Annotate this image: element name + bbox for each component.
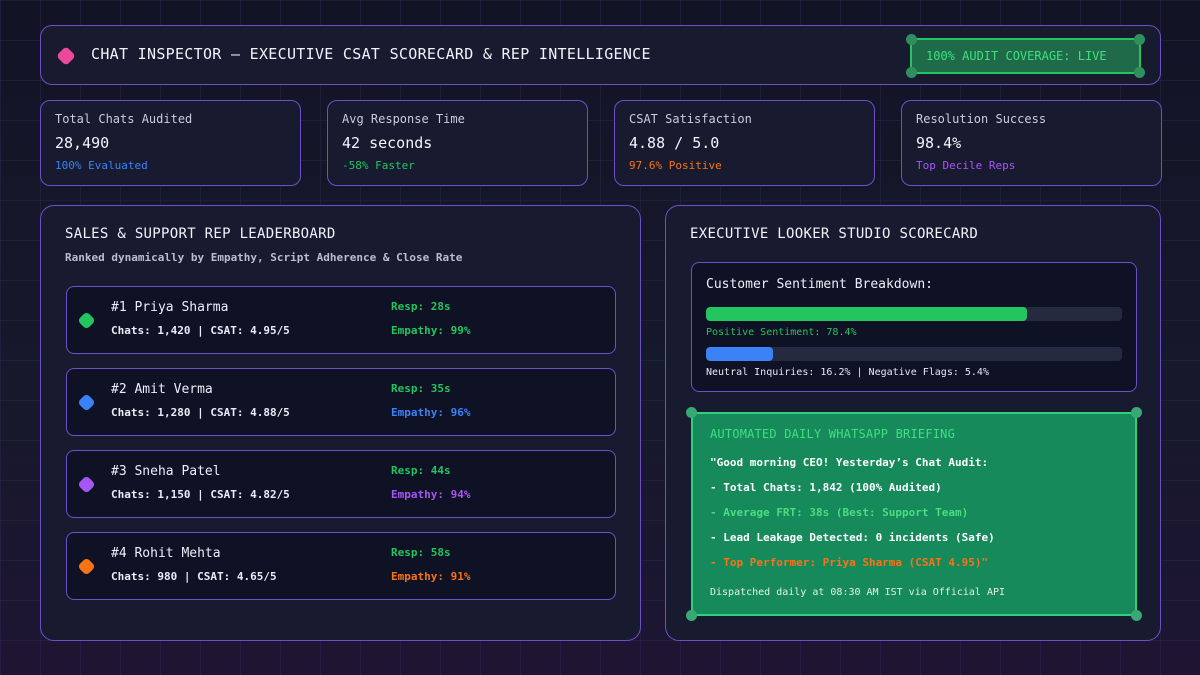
audit-coverage-badge[interactable]: 100% AUDIT COVERAGE: LIVE bbox=[906, 34, 1145, 78]
rank-gem-icon bbox=[77, 393, 96, 412]
corner-handle-icon bbox=[1134, 34, 1145, 45]
neutral-sentiment-fill bbox=[706, 347, 774, 361]
neutral-sentiment-bar bbox=[706, 347, 1122, 361]
briefing-footer: Dispatched daily at 08:30 AM IST via Off… bbox=[710, 587, 1006, 598]
kpi-sub: 97.6% Positive bbox=[629, 159, 722, 172]
corner-handle-icon bbox=[686, 407, 697, 418]
rank-gem-icon bbox=[77, 475, 96, 494]
kpi-card-response-time[interactable]: Avg Response Time 42 seconds -58% Faster bbox=[327, 100, 588, 186]
rep-response-time: Resp: 28s bbox=[391, 300, 451, 313]
sentiment-breakdown-card: Customer Sentiment Breakdown: Positive S… bbox=[691, 262, 1137, 392]
rank-gem-icon bbox=[77, 557, 96, 576]
scorecard-title: EXECUTIVE LOOKER STUDIO SCORECARD bbox=[690, 226, 979, 242]
kpi-sub: -58% Faster bbox=[342, 159, 415, 172]
corner-handle-icon bbox=[686, 610, 697, 621]
rep-name: #2 Amit Verma bbox=[111, 382, 213, 397]
rep-response-time: Resp: 58s bbox=[391, 546, 451, 559]
rep-row[interactable]: #2 Amit Verma Chats: 1,280 | CSAT: 4.88/… bbox=[66, 368, 616, 436]
corner-handle-icon bbox=[906, 67, 917, 78]
kpi-label: Resolution Success bbox=[916, 112, 1047, 126]
kpi-label: Total Chats Audited bbox=[55, 112, 193, 126]
positive-sentiment-fill bbox=[706, 307, 1028, 321]
header-bar: CHAT INSPECTOR – EXECUTIVE CSAT SCORECAR… bbox=[40, 25, 1161, 85]
kpi-value: 28,490 bbox=[55, 134, 110, 152]
rep-stats: Chats: 980 | CSAT: 4.65/5 bbox=[111, 570, 277, 583]
briefing-line: "Good morning CEO! Yesterday’s Chat Audi… bbox=[710, 456, 989, 469]
rep-name: #3 Sneha Patel bbox=[111, 464, 221, 479]
rep-row[interactable]: #1 Priya Sharma Chats: 1,420 | CSAT: 4.9… bbox=[66, 286, 616, 354]
kpi-value: 98.4% bbox=[916, 134, 962, 152]
briefing-line: - Average FRT: 38s (Best: Support Team) bbox=[710, 506, 969, 519]
rep-row[interactable]: #3 Sneha Patel Chats: 1,150 | CSAT: 4.82… bbox=[66, 450, 616, 518]
sentiment-heading: Customer Sentiment Breakdown: bbox=[706, 277, 933, 292]
corner-handle-icon bbox=[1134, 67, 1145, 78]
neutral-sentiment-caption: Neutral Inquiries: 16.2% | Negative Flag… bbox=[706, 367, 989, 378]
looker-scorecard-panel: EXECUTIVE LOOKER STUDIO SCORECARD Custom… bbox=[665, 205, 1161, 641]
whatsapp-briefing-title: AUTOMATED DAILY WHATSAPP BRIEFING bbox=[710, 427, 956, 441]
briefing-line: - Lead Leakage Detected: 0 incidents (Sa… bbox=[710, 531, 995, 544]
rep-name: #4 Rohit Mehta bbox=[111, 546, 221, 561]
kpi-card-resolution[interactable]: Resolution Success 98.4% Top Decile Reps bbox=[901, 100, 1162, 186]
rep-empathy: Empathy: 91% bbox=[391, 570, 471, 583]
kpi-card-total-chats[interactable]: Total Chats Audited 28,490 100% Evaluate… bbox=[40, 100, 301, 186]
rep-response-time: Resp: 44s bbox=[391, 464, 451, 477]
brand-dot-icon bbox=[56, 46, 76, 66]
kpi-value: 42 seconds bbox=[342, 134, 433, 152]
kpi-value: 4.88 / 5.0 bbox=[629, 134, 720, 152]
kpi-sub: Top Decile Reps bbox=[916, 159, 1016, 172]
page-title: CHAT INSPECTOR – EXECUTIVE CSAT SCORECAR… bbox=[91, 45, 651, 63]
corner-handle-icon bbox=[906, 34, 917, 45]
positive-sentiment-bar bbox=[706, 307, 1122, 321]
rep-empathy: Empathy: 94% bbox=[391, 488, 471, 501]
corner-handle-icon bbox=[1131, 610, 1142, 621]
leaderboard-subtitle: Ranked dynamically by Empathy, Script Ad… bbox=[65, 251, 463, 264]
kpi-label: CSAT Satisfaction bbox=[629, 112, 752, 126]
audit-coverage-label: 100% AUDIT COVERAGE: LIVE bbox=[926, 49, 1107, 63]
positive-sentiment-caption: Positive Sentiment: 78.4% bbox=[706, 327, 857, 338]
whatsapp-briefing-card[interactable]: AUTOMATED DAILY WHATSAPP BRIEFING "Good … bbox=[686, 407, 1142, 621]
rep-empathy: Empathy: 96% bbox=[391, 406, 471, 419]
rep-stats: Chats: 1,420 | CSAT: 4.95/5 bbox=[111, 324, 290, 337]
rep-leaderboard-panel: SALES & SUPPORT REP LEADERBOARD Ranked d… bbox=[40, 205, 641, 641]
corner-handle-icon bbox=[1131, 407, 1142, 418]
briefing-line: - Total Chats: 1,842 (100% Audited) bbox=[710, 481, 942, 494]
kpi-label: Avg Response Time bbox=[342, 112, 465, 126]
rep-name: #1 Priya Sharma bbox=[111, 300, 229, 315]
rep-response-time: Resp: 35s bbox=[391, 382, 451, 395]
rep-empathy: Empathy: 99% bbox=[391, 324, 471, 337]
kpi-card-csat[interactable]: CSAT Satisfaction 4.88 / 5.0 97.6% Posit… bbox=[614, 100, 875, 186]
briefing-line: - Top Performer: Priya Sharma (CSAT 4.95… bbox=[710, 556, 989, 569]
rep-stats: Chats: 1,280 | CSAT: 4.88/5 bbox=[111, 406, 290, 419]
leaderboard-title: SALES & SUPPORT REP LEADERBOARD bbox=[65, 226, 336, 242]
rank-gem-icon bbox=[77, 311, 96, 330]
kpi-sub: 100% Evaluated bbox=[55, 159, 148, 172]
rep-row[interactable]: #4 Rohit Mehta Chats: 980 | CSAT: 4.65/5… bbox=[66, 532, 616, 600]
rep-stats: Chats: 1,150 | CSAT: 4.82/5 bbox=[111, 488, 290, 501]
